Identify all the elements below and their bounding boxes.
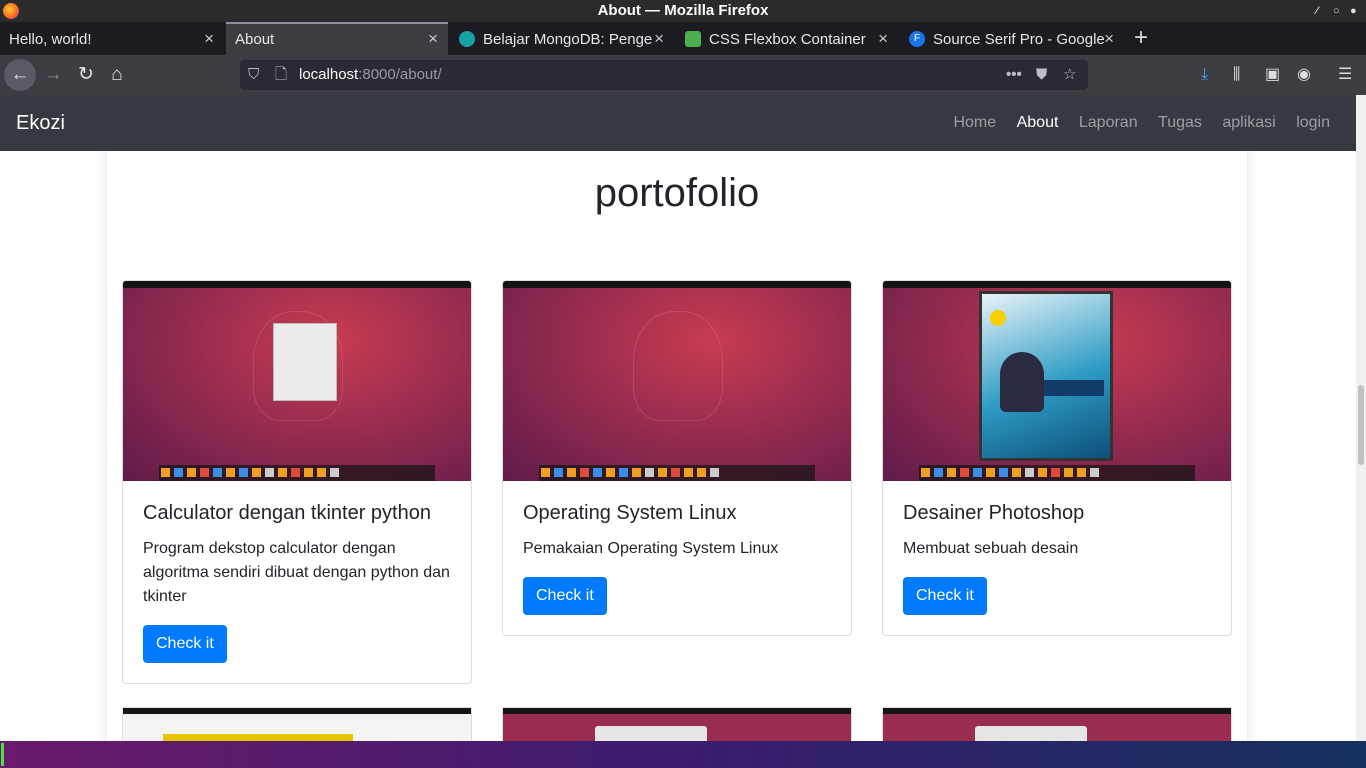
close-tab-icon[interactable]: × — [204, 22, 214, 55]
reload-icon[interactable]: ↻ — [70, 59, 102, 91]
minimize-icon[interactable]: ⁄ — [1316, 0, 1318, 22]
tab-hello-world[interactable]: Hello, world! × — [0, 22, 224, 55]
portfolio-card-calculator: Calculator dengan tkinter python Program… — [122, 280, 472, 684]
bookmark-star-icon[interactable]: ☆ — [1063, 60, 1076, 90]
close-tab-icon[interactable]: × — [428, 24, 438, 53]
mongodb-favicon-icon — [459, 31, 475, 48]
tab-strip: Hello, world! × About × Belajar MongoDB:… — [0, 22, 1366, 55]
library-icon[interactable]: ⫼ — [1233, 59, 1240, 91]
site-navbar: Ekozi Home About Laporan Tugas aplikasi … — [0, 95, 1366, 151]
page-actions-menu-icon[interactable]: ••• — [1006, 60, 1022, 90]
url-path: :8000/about/ — [358, 66, 442, 83]
menu-home[interactable]: Home — [953, 114, 996, 131]
hamburger-menu-icon[interactable]: ☰ — [1338, 59, 1352, 91]
photoshop-poster-thumbnail — [979, 291, 1113, 461]
site-menu: Home About Laporan Tugas aplikasi login — [937, 95, 1330, 151]
card-text: Pemakaian Operating System Linux — [523, 540, 779, 557]
site-brand[interactable]: Ekozi — [16, 95, 65, 151]
forward-arrow-icon[interactable]: → — [37, 59, 69, 91]
portfolio-card-thumbnail — [882, 707, 1232, 741]
window-titlebar: About — Mozilla Firefox ⁄ ○ ● — [0, 0, 1366, 22]
card-title: Calculator dengan tkinter python — [143, 502, 431, 524]
portfolio-card-linux: Operating System Linux Pemakaian Operati… — [502, 280, 852, 636]
menu-tugas[interactable]: Tugas — [1158, 114, 1202, 131]
tab-label: CSS Flexbox Container — [709, 30, 866, 48]
page-content: portofolio Calculator dengan tkinter pyt… — [0, 151, 1356, 741]
close-window-icon[interactable]: ● — [1350, 0, 1357, 22]
close-tab-icon[interactable]: × — [1104, 22, 1114, 55]
window-title: About — Mozilla Firefox — [597, 2, 769, 19]
account-icon[interactable]: ◉ — [1297, 59, 1311, 91]
back-arrow-icon[interactable]: ← — [4, 59, 36, 91]
portfolio-card-thumbnail — [122, 707, 472, 741]
page-title: portofolio — [594, 171, 760, 215]
tab-label: About — [235, 30, 275, 48]
menu-laporan[interactable]: Laporan — [1079, 114, 1138, 131]
nav-toolbar: ← → ↻ ⌂ ⛉ 🗋 localhost:8000/about/ ••• ⛊ … — [0, 55, 1366, 95]
page-scrollbar[interactable] — [1356, 95, 1366, 741]
tab-source-serif-pro[interactable]: F Source Serif Pro - Google × — [900, 22, 1124, 55]
close-tab-icon[interactable]: × — [654, 22, 664, 55]
downloads-icon[interactable]: ⤓ — [1201, 59, 1208, 91]
tab-label: Belajar MongoDB: Penge — [483, 30, 653, 48]
portfolio-card-thumbnail — [502, 707, 852, 741]
url-host: localhost — [299, 66, 359, 83]
flexbox-favicon-icon — [685, 31, 701, 48]
card-text: Program dekstop calculator dengan algori… — [143, 540, 450, 605]
address-bar[interactable]: ⛉ 🗋 localhost:8000/about/ ••• ⛊ ☆ — [240, 60, 1088, 90]
portfolio-container: portofolio Calculator dengan tkinter pyt… — [107, 151, 1247, 741]
google-fonts-favicon-icon: F — [909, 31, 925, 48]
check-it-button[interactable]: Check it — [903, 577, 987, 615]
tab-about[interactable]: About × — [226, 22, 448, 55]
tracking-shield-icon[interactable]: ⛉ — [248, 60, 259, 90]
card-title: Desainer Photoshop — [903, 502, 1085, 524]
card-title: Operating System Linux — [523, 502, 737, 524]
card-text: Membuat sebuah desain — [903, 540, 1079, 557]
check-it-button[interactable]: Check it — [523, 577, 607, 615]
calculator-window-thumbnail — [273, 323, 337, 401]
tab-css-flexbox[interactable]: CSS Flexbox Container × — [676, 22, 898, 55]
home-icon[interactable]: ⌂ — [101, 59, 133, 91]
menu-aplikasi[interactable]: aplikasi — [1222, 114, 1275, 131]
url-text[interactable]: localhost:8000/about/ — [299, 60, 442, 90]
scrollbar-thumb[interactable] — [1358, 385, 1364, 465]
page-info-icon[interactable]: 🗋 — [275, 60, 287, 90]
tab-label: Hello, world! — [9, 30, 92, 48]
firefox-icon — [3, 3, 19, 19]
new-tab-plus-icon[interactable]: + — [1128, 22, 1154, 55]
pocket-icon[interactable]: ⛊ — [1036, 60, 1047, 90]
card-image — [883, 281, 1231, 481]
check-it-button[interactable]: Check it — [143, 625, 227, 663]
sidebar-icon[interactable]: ▣ — [1265, 59, 1280, 91]
menu-login[interactable]: login — [1296, 114, 1330, 131]
tab-label: Source Serif Pro - Google — [933, 30, 1105, 48]
portfolio-card-photoshop: Desainer Photoshop Membuat sebuah desain… — [882, 280, 1232, 636]
menu-about[interactable]: About — [1017, 114, 1059, 131]
desktop-taskbar — [0, 741, 1366, 768]
maximize-icon[interactable]: ○ — [1333, 0, 1340, 22]
card-image — [503, 281, 851, 481]
close-tab-icon[interactable]: × — [878, 22, 888, 55]
tab-belajar-mongodb[interactable]: Belajar MongoDB: Penge × — [450, 22, 674, 55]
card-image — [123, 281, 471, 481]
